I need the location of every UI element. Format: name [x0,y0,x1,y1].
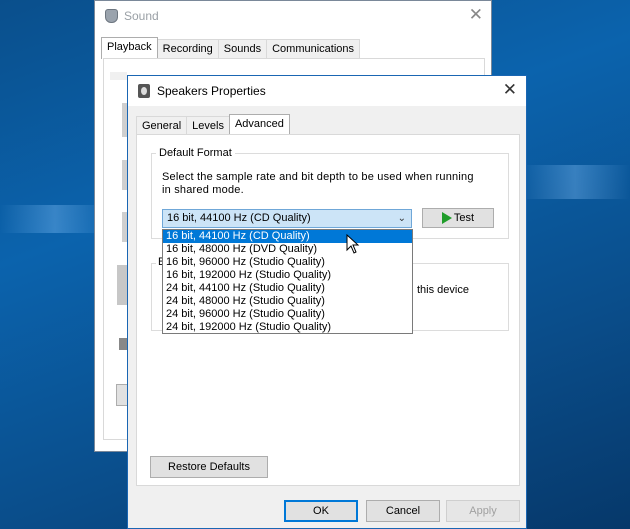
device-list-fragment [117,265,127,305]
close-icon[interactable]: ✕ [503,80,517,100]
apply-button[interactable]: Apply [446,500,520,522]
restore-defaults-button[interactable]: Restore Defaults [150,456,268,478]
format-option[interactable]: 24 bit, 96000 Hz (Studio Quality) [163,308,412,321]
default-format-description: Select the sample rate and bit depth to … [162,171,474,196]
close-icon[interactable]: ✕ [469,5,483,25]
format-option[interactable]: 16 bit, 48000 Hz (DVD Quality) [163,243,412,256]
sample-format-dropdown-list[interactable]: 16 bit, 44100 Hz (CD Quality) 16 bit, 48… [162,229,413,334]
speaker-icon [105,9,118,23]
mouse-cursor-icon [346,234,360,254]
format-option[interactable]: 16 bit, 44100 Hz (CD Quality) [163,230,412,243]
properties-titlebar[interactable]: Speakers Properties ✕ [128,76,526,106]
tab-levels[interactable]: Levels [186,116,230,136]
test-button-label: Test [453,212,475,224]
default-format-label: Default Format [156,147,235,159]
sample-format-value: 16 bit, 44100 Hz (CD Quality) [167,212,311,224]
format-option[interactable]: 16 bit, 192000 Hz (Studio Quality) [163,269,412,282]
tab-advanced[interactable]: Advanced [228,114,290,136]
tab-sounds[interactable]: Sounds [217,39,268,59]
cancel-button[interactable]: Cancel [366,500,440,522]
exclusive-mode-text-fragment: this device [417,284,469,296]
play-icon [441,212,452,225]
tab-playback[interactable]: Playback [101,37,158,59]
sound-titlebar[interactable]: Sound ✕ [95,1,491,31]
format-option[interactable]: 24 bit, 48000 Hz (Studio Quality) [163,295,412,308]
tab-communications[interactable]: Communications [266,39,361,59]
desktop-light-streak [520,165,630,199]
tab-general[interactable]: General [136,116,188,136]
chevron-down-icon: ⌄ [397,213,406,224]
tab-recording[interactable]: Recording [156,39,219,59]
format-option[interactable]: 24 bit, 192000 Hz (Studio Quality) [163,321,412,334]
format-option[interactable]: 16 bit, 96000 Hz (Studio Quality) [163,256,412,269]
test-button[interactable]: Test [422,208,494,228]
speaker-icon [138,84,150,98]
sound-panel-fragment [110,72,127,80]
sound-window-title: Sound [124,9,159,23]
format-option[interactable]: 24 bit, 44100 Hz (Studio Quality) [163,282,412,295]
sample-format-select[interactable]: 16 bit, 44100 Hz (CD Quality) ⌄ [162,209,412,228]
properties-dialog-title: Speakers Properties [157,84,266,98]
ok-button[interactable]: OK [284,500,358,522]
device-list-fragment [119,338,127,350]
